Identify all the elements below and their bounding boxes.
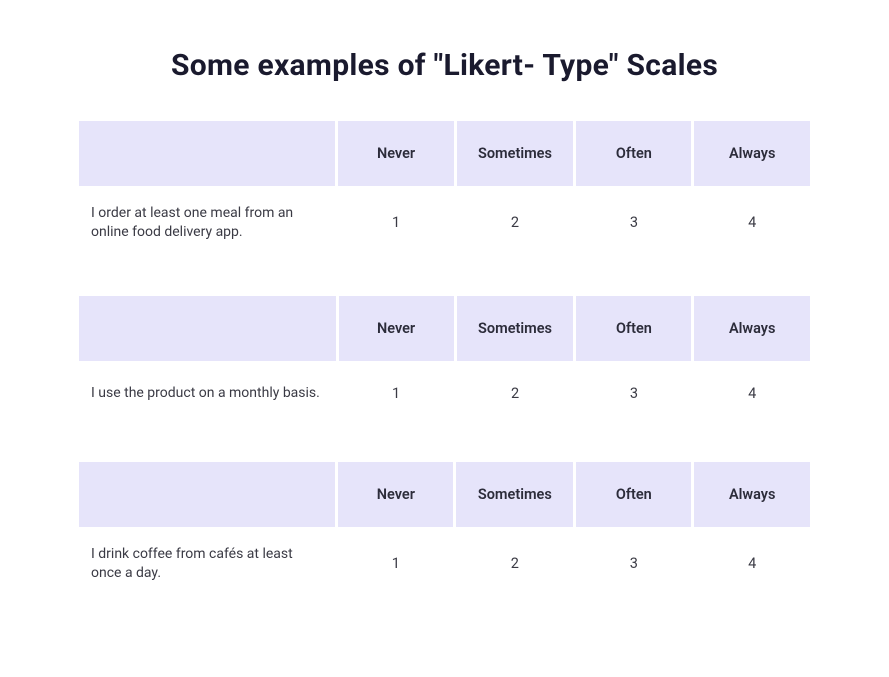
- value-cell: 1: [338, 186, 453, 260]
- value-cell: 2: [456, 527, 573, 601]
- table-header-row: Never Sometimes Often Always: [79, 462, 810, 527]
- statement-cell: I drink coffee from cafés at least once …: [79, 527, 335, 601]
- likert-table-1: Never Sometimes Often Always I order at …: [76, 121, 813, 260]
- statement-header-blank: [79, 462, 335, 527]
- option-header: Often: [576, 462, 691, 527]
- table-row: I use the product on a monthly basis. 1 …: [79, 361, 810, 426]
- page-title: Some examples of "Likert- Type" Scales: [76, 48, 813, 83]
- option-header: Never: [338, 462, 453, 527]
- statement-cell: I order at least one meal from an online…: [79, 186, 335, 260]
- option-header: Never: [339, 296, 454, 361]
- value-cell: 2: [457, 361, 574, 426]
- value-cell: 4: [694, 361, 810, 426]
- option-header: Always: [694, 462, 810, 527]
- option-header: Sometimes: [457, 296, 574, 361]
- likert-table-3: Never Sometimes Often Always I drink cof…: [76, 462, 813, 601]
- value-cell: 3: [576, 361, 691, 426]
- statement-header-blank: [79, 121, 335, 186]
- value-cell: 4: [694, 527, 810, 601]
- value-cell: 3: [576, 186, 691, 260]
- option-header: Always: [694, 296, 810, 361]
- option-header: Sometimes: [456, 462, 573, 527]
- option-header: Often: [576, 121, 691, 186]
- statement-cell: I use the product on a monthly basis.: [79, 361, 336, 426]
- table-header-row: Never Sometimes Often Always: [79, 121, 810, 186]
- option-header: Sometimes: [457, 121, 574, 186]
- value-cell: 4: [694, 186, 810, 260]
- value-cell: 1: [338, 527, 453, 601]
- option-header: Often: [576, 296, 691, 361]
- table-row: I order at least one meal from an online…: [79, 186, 810, 260]
- value-cell: 3: [576, 527, 691, 601]
- option-header: Always: [694, 121, 810, 186]
- statement-header-blank: [79, 296, 336, 361]
- likert-table-2: Never Sometimes Often Always I use the p…: [76, 296, 813, 426]
- value-cell: 2: [457, 186, 574, 260]
- table-header-row: Never Sometimes Often Always: [79, 296, 810, 361]
- table-row: I drink coffee from cafés at least once …: [79, 527, 810, 601]
- value-cell: 1: [339, 361, 454, 426]
- option-header: Never: [338, 121, 453, 186]
